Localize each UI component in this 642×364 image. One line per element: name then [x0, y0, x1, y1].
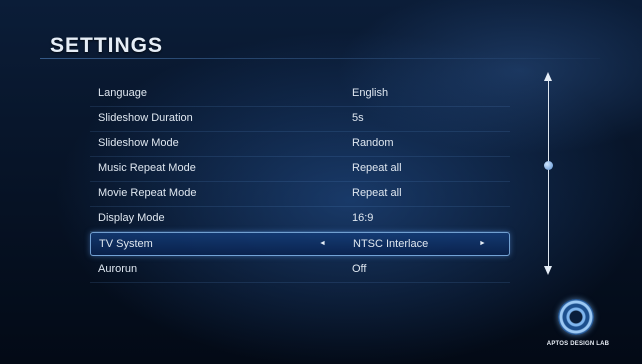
setting-label: Music Repeat Mode — [98, 162, 196, 174]
settings-screen: SETTINGS Language English Slideshow Dura… — [0, 0, 642, 364]
setting-label: Aurorun — [98, 263, 138, 275]
setting-row-slideshow-duration[interactable]: Slideshow Duration 5s — [90, 107, 510, 132]
brand-logo-text: APTOS DESIGN LAB — [546, 341, 610, 347]
setting-row-music-repeat-mode[interactable]: Music Repeat Mode Repeat all — [90, 157, 510, 182]
setting-label: Slideshow Duration — [98, 112, 193, 124]
setting-value: Random — [352, 137, 394, 149]
setting-value: NTSC Interlace — [353, 238, 429, 250]
setting-label: Display Mode — [98, 212, 165, 224]
setting-row-slideshow-mode[interactable]: Slideshow Mode Random — [90, 132, 510, 157]
settings-list: Language English Slideshow Duration 5s S… — [90, 82, 510, 283]
setting-row-display-mode[interactable]: Display Mode 16:9 — [90, 207, 510, 232]
circular-logo-icon — [558, 299, 594, 335]
setting-label: Movie Repeat Mode — [98, 187, 197, 199]
page-title: SETTINGS — [50, 34, 164, 57]
title-divider — [40, 58, 600, 59]
setting-value: Repeat all — [352, 187, 402, 199]
scrollbar-thumb[interactable] — [544, 160, 553, 170]
setting-row-movie-repeat-mode[interactable]: Movie Repeat Mode Repeat all — [90, 182, 510, 207]
scroll-down-arrow-icon[interactable] — [544, 266, 552, 275]
setting-row-aurorun[interactable]: Aurorun Off — [90, 258, 510, 283]
setting-label: Slideshow Mode — [98, 137, 179, 149]
setting-label: TV System — [99, 238, 153, 250]
setting-label: Language — [98, 87, 147, 99]
scrollbar-track[interactable] — [548, 80, 549, 268]
right-arrow-icon[interactable]: ► — [479, 233, 486, 255]
setting-row-language[interactable]: Language English — [90, 82, 510, 107]
setting-value: Repeat all — [352, 162, 402, 174]
left-arrow-icon[interactable]: ◄ — [319, 233, 326, 255]
setting-value: 16:9 — [352, 212, 374, 224]
setting-row-tv-system[interactable]: TV System ◄ NTSC Interlace ► — [90, 232, 510, 256]
setting-value: English — [352, 87, 389, 99]
setting-value: 5s — [352, 112, 364, 124]
setting-value: Off — [352, 263, 367, 275]
